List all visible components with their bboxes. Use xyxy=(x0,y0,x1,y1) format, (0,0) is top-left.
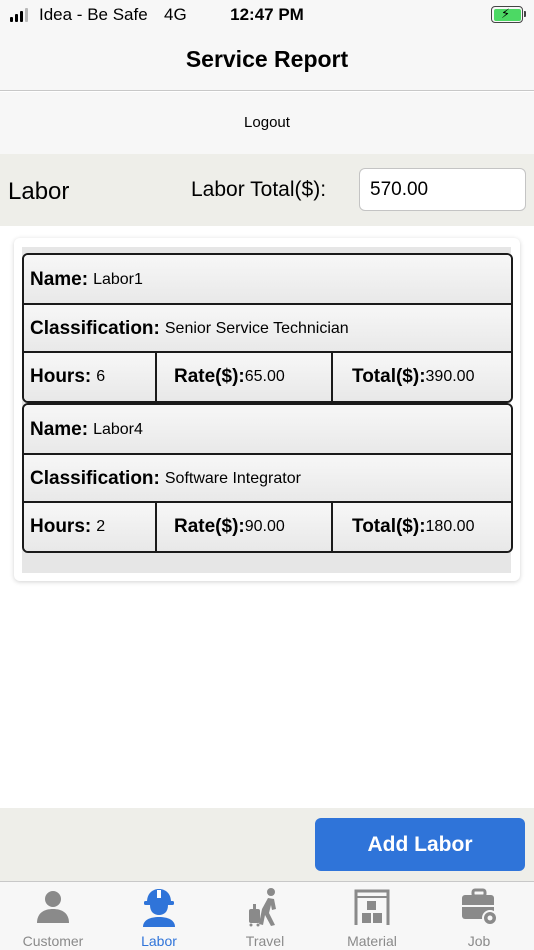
name-value: Labor1 xyxy=(93,271,143,288)
status-time: 12:47 PM xyxy=(230,5,304,24)
labor-header: Labor Labor Total($): xyxy=(0,154,534,226)
status-bar: Idea - Be Safe 4G 12:47 PM ⚡ xyxy=(0,0,534,30)
warehouse-boxes-icon xyxy=(354,889,390,925)
tab-bar: Customer Labor Travel Material Job xyxy=(0,881,534,950)
classification-row: Classification: Software Integrator xyxy=(24,453,511,503)
rate-label: Rate($): xyxy=(174,366,245,387)
person-icon xyxy=(37,891,69,923)
labor-list: Name: Labor1 Classification: Senior Servic… xyxy=(22,247,513,573)
hours-value: 2 xyxy=(96,518,106,535)
hours-rate-total-row: Hours: 2 Rate($): 90.00 Total($): 180.00 xyxy=(24,501,511,551)
add-labor-button[interactable]: Add Labor xyxy=(315,818,525,871)
tab-label: Travel xyxy=(245,933,285,949)
total-label: Total($): xyxy=(352,366,426,387)
classification-label: Classification: xyxy=(30,318,160,339)
battery-icon: ⚡ xyxy=(491,6,526,23)
tab-material[interactable]: Material xyxy=(319,882,425,950)
tab-job[interactable]: Job xyxy=(426,882,532,950)
labor-item[interactable]: Name: Labor4 Classification: Software Inte… xyxy=(22,403,513,553)
classification-value: Software Integrator xyxy=(164,470,301,487)
navigation-bar: Service Report xyxy=(0,30,534,91)
tab-label: Customer xyxy=(22,933,84,949)
tab-label: Job xyxy=(467,933,491,949)
section-title: Labor xyxy=(8,178,70,205)
tab-labor[interactable]: Labor xyxy=(106,882,212,950)
tab-customer[interactable]: Customer xyxy=(0,882,106,950)
classification-row: Classification: Senior Service Technician xyxy=(24,303,511,353)
total-value: 390.00 xyxy=(425,368,475,385)
name-value: Labor4 xyxy=(93,421,143,438)
labor-item[interactable]: Name: Labor1 Classification: Senior Servic… xyxy=(22,253,513,403)
hours-value: 6 xyxy=(96,368,106,385)
labor-list-card: Name: Labor1 Classification: Senior Servic… xyxy=(14,238,520,581)
walking-luggage-icon xyxy=(249,888,276,927)
logout-row: Logout xyxy=(0,92,534,154)
tab-label: Material xyxy=(347,933,397,949)
hours-label: Hours: xyxy=(30,516,92,537)
rate-label: Rate($): xyxy=(174,516,245,537)
logout-button[interactable]: Logout xyxy=(0,114,534,131)
briefcase-gear-icon xyxy=(462,888,498,926)
total-value: 180.00 xyxy=(425,518,475,535)
name-label: Name: xyxy=(30,269,89,290)
hours-rate-total-row: Hours: 6 Rate($): 65.00 Total($): 390.00 xyxy=(24,351,511,401)
name-row: Name: Labor4 xyxy=(24,405,511,455)
labor-total-label: Labor Total($): xyxy=(191,178,327,201)
page-title: Service Report xyxy=(185,46,349,72)
hours-label: Hours: xyxy=(30,366,92,387)
rate-value: 90.00 xyxy=(244,518,285,535)
tab-label: Labor xyxy=(141,933,177,949)
tab-travel[interactable]: Travel xyxy=(212,882,318,950)
rate-value: 65.00 xyxy=(244,368,285,385)
name-label: Name: xyxy=(30,419,89,440)
classification-value: Senior Service Technician xyxy=(164,320,349,337)
name-row: Name: Labor1 xyxy=(24,255,511,305)
total-label: Total($): xyxy=(352,516,426,537)
labor-total-field[interactable] xyxy=(359,168,526,211)
hard-hat-worker-icon xyxy=(143,889,175,927)
classification-label: Classification: xyxy=(30,468,160,489)
